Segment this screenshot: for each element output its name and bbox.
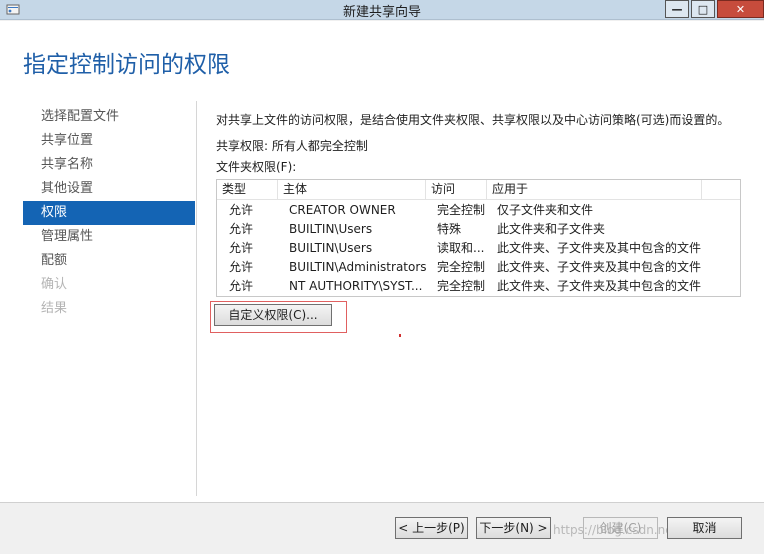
red-mark bbox=[399, 334, 401, 337]
table-row[interactable]: 允许 BUILTIN\Administrators 完全控制 此文件夹、子文件夹… bbox=[217, 258, 740, 277]
cell-access: 读取和... bbox=[437, 241, 485, 255]
cell-access: 特殊 bbox=[437, 222, 462, 236]
create-button: 创建(C) bbox=[583, 517, 658, 539]
maximize-button[interactable]: □ bbox=[691, 0, 715, 18]
column-header-type[interactable]: 类型 bbox=[217, 180, 278, 200]
folder-permissions-label: 文件夹权限(F): bbox=[216, 160, 297, 174]
minimize-button[interactable]: — bbox=[665, 0, 689, 18]
close-button[interactable]: ✕ bbox=[717, 0, 764, 18]
column-header-access[interactable]: 访问 bbox=[426, 180, 487, 200]
step-share-location[interactable]: 共享位置 bbox=[23, 129, 195, 153]
step-management-properties[interactable]: 管理属性 bbox=[23, 225, 195, 249]
permissions-description: 对共享上文件的访问权限，是结合使用文件夹权限、共享权限以及中心访问策略(可选)而… bbox=[216, 113, 730, 127]
cell-type: 允许 bbox=[229, 241, 254, 255]
column-header-principal[interactable]: 主体 bbox=[278, 180, 426, 200]
cell-applies-to: 此文件夹、子文件夹及其中包含的文件 bbox=[497, 260, 702, 274]
cell-type: 允许 bbox=[229, 222, 254, 236]
step-divider bbox=[196, 101, 197, 496]
table-row[interactable]: 允许 BUILTIN\Users 特殊 此文件夹和子文件夹 bbox=[217, 220, 740, 239]
cell-applies-to: 此文件夹、子文件夹及其中包含的文件 bbox=[497, 241, 702, 255]
cell-applies-to: 仅子文件夹和文件 bbox=[497, 203, 594, 217]
window-title: 新建共享向导 bbox=[342, 5, 421, 20]
table-row[interactable]: 允许 BUILTIN\Users 读取和... 此文件夹、子文件夹及其中包含的文… bbox=[217, 239, 740, 258]
step-other-settings[interactable]: 其他设置 bbox=[23, 177, 195, 201]
step-confirmation: 确认 bbox=[41, 277, 68, 292]
step-results: 结果 bbox=[41, 301, 68, 316]
column-header-applies-to[interactable]: 应用于 bbox=[487, 180, 702, 200]
step-share-name[interactable]: 共享名称 bbox=[23, 153, 195, 177]
cell-applies-to: 此文件夹、子文件夹及其中包含的文件 bbox=[497, 279, 702, 293]
step-select-profile[interactable]: 选择配置文件 bbox=[23, 105, 195, 129]
cell-access: 完全控制 bbox=[437, 260, 486, 274]
share-permissions-text: 共享权限: 所有人都完全控制 bbox=[216, 139, 368, 153]
page-title: 指定控制访问的权限 bbox=[23, 52, 230, 78]
table-row[interactable]: 允许 CREATOR OWNER 完全控制 仅子文件夹和文件 bbox=[217, 201, 740, 220]
title-bar: 新建共享向导 — □ ✕ bbox=[0, 0, 764, 20]
cell-type: 允许 bbox=[229, 203, 254, 217]
step-permissions[interactable]: 权限 bbox=[23, 201, 195, 225]
list-header: 类型 主体 访问 应用于 bbox=[217, 180, 740, 200]
cell-access: 完全控制 bbox=[437, 279, 486, 293]
wizard-content: 指定控制访问的权限 选择配置文件 共享位置 共享名称 其他设置 权限 管理属性 … bbox=[0, 21, 764, 502]
cell-type: 允许 bbox=[229, 260, 254, 274]
folder-permissions-list[interactable]: 类型 主体 访问 应用于 允许 CREATOR OWNER 完全控制 仅子文件夹… bbox=[216, 179, 741, 297]
cancel-button[interactable]: 取消 bbox=[667, 517, 742, 539]
cell-applies-to: 此文件夹和子文件夹 bbox=[497, 222, 606, 236]
cell-principal: NT AUTHORITY\SYST... bbox=[289, 279, 423, 293]
cell-principal: BUILTIN\Users bbox=[289, 222, 373, 236]
previous-button[interactable]: < 上一步(P) bbox=[395, 517, 468, 539]
step-quota[interactable]: 配额 bbox=[23, 249, 195, 273]
custom-permissions-button[interactable]: 自定义权限(C)... bbox=[214, 304, 332, 326]
wizard-steps: 选择配置文件 共享位置 共享名称 其他设置 权限 管理属性 配额 确认 结果 bbox=[23, 105, 195, 321]
table-row[interactable]: 允许 NT AUTHORITY\SYST... 完全控制 此文件夹、子文件夹及其… bbox=[217, 277, 740, 296]
cell-principal: BUILTIN\Users bbox=[289, 241, 373, 255]
cell-type: 允许 bbox=[229, 279, 254, 293]
cell-access: 完全控制 bbox=[437, 203, 486, 217]
cell-principal: CREATOR OWNER bbox=[289, 203, 396, 217]
next-button[interactable]: 下一步(N) > bbox=[476, 517, 551, 539]
cell-principal: BUILTIN\Administrators bbox=[289, 260, 427, 274]
